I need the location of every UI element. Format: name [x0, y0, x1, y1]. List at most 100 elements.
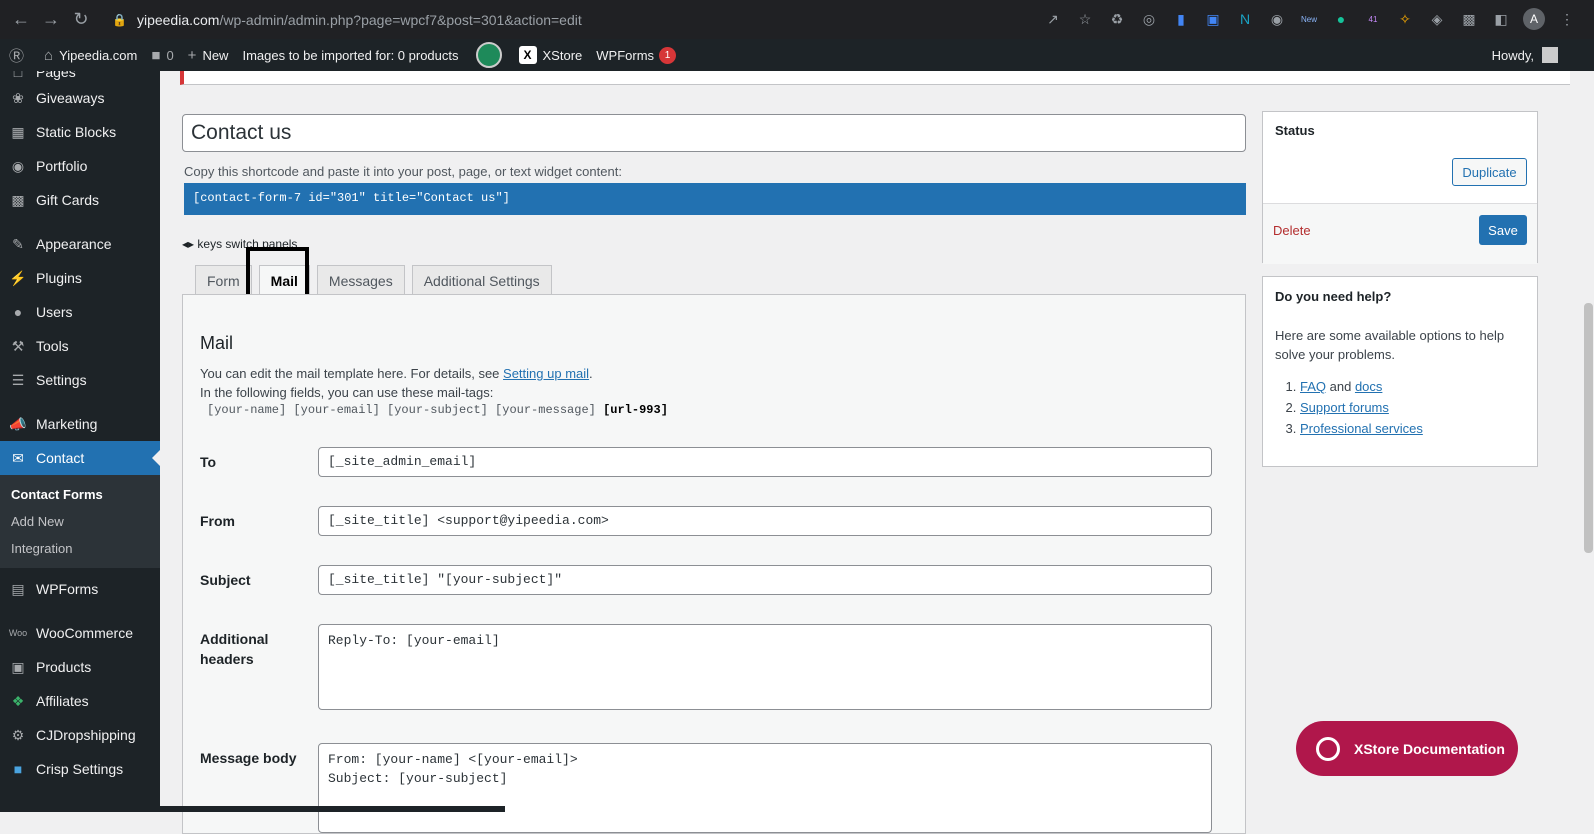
sidebar-item-wpforms[interactable]: ▤ WPForms — [0, 572, 160, 606]
plugin-icon: ⚡ — [9, 269, 27, 286]
docs-link[interactable]: docs — [1355, 379, 1382, 394]
translate-icon[interactable]: ▣ — [1203, 9, 1223, 29]
forward-icon[interactable]: → — [36, 5, 66, 35]
reload-icon[interactable]: ↻ — [66, 5, 96, 35]
additional-headers-field[interactable]: Reply-To: [your-email] — [318, 624, 1212, 710]
sidebar-item-label: Gift Cards — [36, 192, 100, 208]
sidebar-item-label: Plugins — [36, 270, 82, 286]
plugin-logo-icon[interactable] — [475, 42, 502, 68]
wpforms-link[interactable]: WPForms 1 — [589, 39, 683, 71]
sidebar-item-label: Portfolio — [36, 158, 88, 174]
url-path: /wp-admin/admin.php?page=wpcf7&post=301&… — [219, 12, 582, 28]
delete-link[interactable]: Delete — [1273, 223, 1311, 238]
sidebar-item-woocommerce[interactable]: Woo WooCommerce — [0, 616, 160, 650]
sidebar-item-tools[interactable]: ⚒ Tools — [0, 329, 160, 363]
scrollbar-thumb[interactable] — [1584, 303, 1593, 553]
sidebar-item-products[interactable]: ▣ Products — [0, 650, 160, 684]
camera-icon[interactable]: ◉ — [1267, 9, 1287, 29]
portfolio-icon: ◉ — [11, 157, 25, 174]
mail-desc-suffix: . — [589, 366, 593, 381]
sidebar-item-label: CJDropshipping — [36, 727, 136, 743]
faq-link[interactable]: FAQ — [1300, 379, 1326, 394]
sidebar-item-pages[interactable]: □ Pages — [0, 71, 160, 81]
ext-count-icon[interactable]: 41 — [1363, 9, 1383, 29]
tab-additional-settings[interactable]: Additional Settings — [411, 265, 552, 296]
save-button[interactable]: Save — [1479, 215, 1527, 245]
to-field[interactable]: [_site_admin_email] — [318, 447, 1212, 477]
address-bar[interactable]: 🔒 yipeedia.com/wp-admin/admin.php?page=w… — [112, 9, 582, 31]
subject-field[interactable]: [_site_title] "[your-subject]" — [318, 565, 1212, 595]
chat-icon: ■ — [13, 761, 23, 777]
share-icon[interactable]: ↗ — [1043, 9, 1063, 29]
shortcode-label: Copy this shortcode and paste it into yo… — [184, 164, 622, 179]
gear-icon: ⚙ — [11, 726, 25, 743]
xstore-documentation-button[interactable]: XStore Documentation — [1296, 721, 1518, 776]
images-import-link[interactable]: Images to be imported for: 0 products — [235, 39, 465, 71]
back-icon[interactable]: ← — [6, 5, 36, 35]
grammarly-icon[interactable]: ● — [1331, 9, 1351, 29]
professional-services-link[interactable]: Professional services — [1300, 421, 1423, 436]
duplicate-button[interactable]: Duplicate — [1452, 158, 1527, 186]
sidebar-item-crisp-settings[interactable]: ■ Crisp Settings — [0, 752, 160, 786]
docs-icon[interactable]: ▮ — [1171, 9, 1191, 29]
sidebar-item-label: Static Blocks — [36, 124, 117, 140]
sidebar-item-settings[interactable]: ☰ Settings — [0, 363, 160, 397]
extensions-bar: ↗ ☆ ♻ ◎ ▮ ▣ N ◉ New ● 41 ✧ ◈ ▩ ◧ A ⋮ — [1043, 7, 1577, 31]
new-ext-icon[interactable]: New — [1299, 9, 1319, 29]
menu-icon[interactable]: ⋮ — [1557, 9, 1577, 29]
sidebar-item-affiliates[interactable]: ❖ Affiliates — [0, 684, 160, 718]
page-scrollbar[interactable] — [1582, 71, 1594, 812]
horizontal-scrollbar[interactable] — [0, 806, 505, 812]
my-account-link[interactable]: Howdy, — [1492, 39, 1558, 71]
globe-icon[interactable]: ◎ — [1139, 9, 1159, 29]
sidebar-item-portfolio[interactable]: ◉ Portfolio — [0, 149, 160, 183]
support-forums-link[interactable]: Support forums — [1300, 400, 1389, 415]
puzzle-icon[interactable]: ▩ — [1459, 9, 1479, 29]
tab-form[interactable]: Form — [195, 265, 252, 296]
sidebar-item-label: Appearance — [36, 236, 112, 252]
sidebar-item-label: WPForms — [36, 581, 99, 597]
submenu-add-new[interactable]: Add New — [0, 508, 160, 535]
money-icon[interactable]: ◈ — [1427, 9, 1447, 29]
star-icon[interactable]: ☆ — [1075, 9, 1095, 29]
affiliates-icon: ❖ — [11, 692, 25, 709]
submenu-integration[interactable]: Integration — [0, 535, 160, 562]
from-field[interactable]: [_site_title] <support@yipeedia.com> — [318, 506, 1212, 536]
bird-icon[interactable]: ✧ — [1395, 9, 1415, 29]
sidebar-item-static-blocks[interactable]: ▦ Static Blocks — [0, 115, 160, 149]
tab-messages[interactable]: Messages — [316, 265, 405, 296]
submenu-contact-forms[interactable]: Contact Forms — [0, 481, 160, 508]
lock-icon: 🔒 — [112, 13, 127, 27]
setting-up-mail-link[interactable]: Setting up mail — [503, 366, 589, 381]
home-icon: ⌂ — [44, 46, 54, 64]
sidebar-item-plugins[interactable]: ⚡ Plugins — [0, 261, 160, 295]
shortcode-field[interactable]: [contact-form-7 id="301" title="Contact … — [184, 183, 1246, 215]
message-body-field[interactable]: From: [your-name] <[your-email]> Subject… — [318, 743, 1212, 833]
sidebar-item-users[interactable]: ● Users — [0, 295, 160, 329]
blocks-icon: ▦ — [11, 123, 25, 140]
sidebar-item-label: Giveaways — [36, 90, 105, 106]
wpforms-label: WPForms — [596, 47, 655, 63]
comments-link[interactable]: ■ 0 — [144, 39, 180, 71]
help-box: Do you need help? Here are some availabl… — [1262, 276, 1538, 467]
recycle-icon[interactable]: ♻ — [1107, 9, 1127, 29]
xstore-link[interactable]: X XStore — [512, 39, 590, 71]
howdy-text: Howdy, — [1491, 47, 1534, 63]
sidebar-item-appearance[interactable]: ✎ Appearance — [0, 227, 160, 261]
woo-icon: Woo — [8, 628, 28, 638]
sidebar-item-giveaways[interactable]: ❀ Giveaways — [0, 81, 160, 115]
form-title-input[interactable]: Contact us — [182, 114, 1246, 152]
profile-avatar[interactable]: A — [1523, 8, 1545, 30]
site-name-link[interactable]: ⌂ Yipeedia.com — [37, 39, 144, 71]
sidebar-item-marketing[interactable]: 📣 Marketing — [0, 407, 160, 441]
sidebar-item-contact[interactable]: ✉ Contact — [0, 441, 160, 475]
sidebar-item-gift-cards[interactable]: ▩ Gift Cards — [0, 183, 160, 217]
archive-icon: ▣ — [11, 658, 25, 675]
wp-logo-icon[interactable]: Ⓡ — [0, 39, 37, 71]
mail-desc-line2: In the following fields, you can use the… — [200, 385, 494, 400]
notion-icon[interactable]: N — [1235, 9, 1255, 29]
sidebar-item-cjdropshipping[interactable]: ⚙ CJDropshipping — [0, 718, 160, 752]
new-label: New — [202, 47, 229, 63]
sidepanel-icon[interactable]: ◧ — [1491, 9, 1511, 29]
new-content-link[interactable]: + New — [181, 39, 236, 71]
